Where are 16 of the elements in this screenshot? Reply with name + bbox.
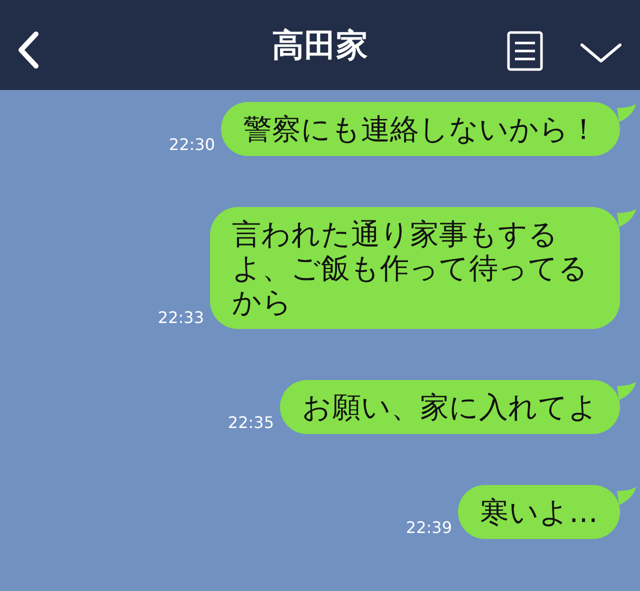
message-bubble: 警察にも連絡しないから！ bbox=[221, 102, 620, 156]
message-time: 22:35 bbox=[228, 413, 274, 434]
chevron-down-icon[interactable] bbox=[580, 42, 622, 64]
bubble-tail bbox=[617, 382, 637, 402]
bubble-tail bbox=[617, 487, 637, 507]
menu-icon[interactable] bbox=[507, 31, 543, 71]
chat-title: 高田家 bbox=[272, 27, 368, 63]
message-time: 22:33 bbox=[158, 308, 204, 329]
bubble-tail bbox=[617, 209, 637, 229]
bubble-tail bbox=[617, 104, 637, 124]
message-time: 22:39 bbox=[406, 518, 452, 539]
message-bubble: 言われた通り家事もするよ、ご飯も作って待ってるから bbox=[210, 207, 620, 329]
back-icon[interactable] bbox=[16, 31, 40, 69]
message-time: 22:30 bbox=[168, 135, 215, 156]
message-bubble: お願い、家に入れてよ bbox=[280, 380, 620, 434]
message-bubble: 寒いよ… bbox=[458, 485, 620, 539]
